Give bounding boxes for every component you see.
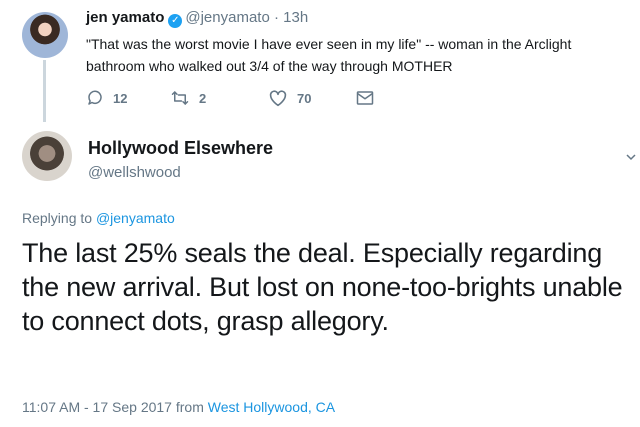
separator-dot: ·: [273, 9, 279, 26]
parent-tweet-header: jen yamato ✓ @jenyamato · 13h: [86, 9, 308, 28]
like-button[interactable]: 70: [268, 88, 311, 108]
tweet-text: The last 25% seals the deal. Especially …: [22, 238, 623, 336]
tweet-timestamp[interactable]: 11:07 AM - 17 Sep 2017 from: [22, 399, 204, 415]
heart-icon: [269, 90, 287, 107]
retweet-button[interactable]: 2: [170, 88, 206, 108]
tweet-time[interactable]: 13h: [283, 9, 308, 26]
author-name[interactable]: jen yamato: [86, 9, 164, 26]
tweet-meta: 11:07 AM - 17 Sep 2017 from West Hollywo…: [22, 399, 335, 415]
author-name[interactable]: Hollywood Elsewhere: [88, 138, 273, 159]
retweet-icon: [171, 91, 189, 105]
mention-link[interactable]: @jenyamato: [96, 210, 175, 226]
replying-to: Replying to @jenyamato: [22, 210, 175, 226]
author-handle[interactable]: @jenyamato: [185, 9, 269, 26]
reply-button[interactable]: 12: [86, 88, 127, 108]
avatar[interactable]: [22, 131, 72, 181]
replying-prefix: Replying to: [22, 210, 93, 226]
thread-connector: [43, 60, 46, 122]
direct-message-button[interactable]: [356, 88, 374, 108]
retweet-count: 2: [199, 90, 207, 106]
location-link[interactable]: West Hollywood, CA: [208, 399, 335, 415]
reply-count: 12: [113, 90, 128, 106]
chevron-down-icon[interactable]: [626, 153, 636, 163]
reply-icon: [88, 90, 102, 105]
envelope-icon: [356, 91, 374, 105]
like-count: 70: [297, 90, 312, 106]
tweet-text: "That was the worst movie I have ever se…: [86, 36, 572, 74]
avatar[interactable]: [22, 12, 68, 58]
parent-tweet[interactable]: jen yamato ✓ @jenyamato · 13h "That was th…: [0, 0, 640, 120]
author-handle[interactable]: @wellshwood: [88, 164, 181, 181]
verified-badge-icon: ✓: [168, 14, 183, 28]
